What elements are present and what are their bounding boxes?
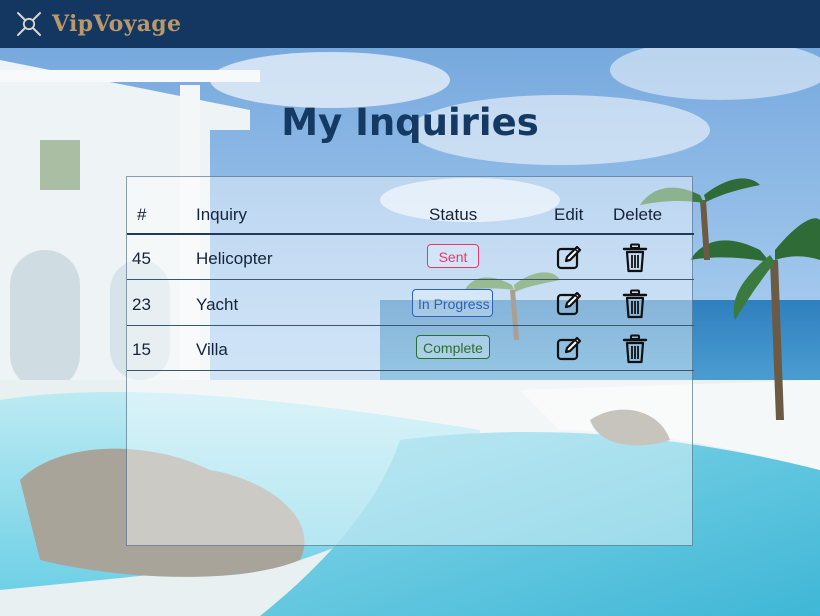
top-navbar: VipVoyage [0, 0, 820, 48]
compass-star-icon[interactable] [16, 11, 42, 37]
edit-pencil-icon[interactable] [555, 289, 583, 319]
page-title: My Inquiries [281, 101, 539, 144]
column-header-status: Status [429, 205, 478, 224]
column-header-id: # [137, 205, 147, 224]
row-inquiry: Helicopter [196, 249, 273, 268]
trash-icon[interactable] [621, 334, 649, 364]
table-row: 23 Yacht In Progress [127, 281, 694, 326]
row-id: 45 [132, 249, 151, 268]
trash-icon[interactable] [621, 243, 649, 273]
status-badge: In Progress [412, 289, 493, 317]
table-row: 15 Villa Complete [127, 326, 694, 371]
inquiries-table: # Inquiry Status Edit Delete 45 Helicopt… [126, 176, 694, 546]
row-id: 23 [132, 295, 151, 314]
status-badge: Complete [416, 335, 490, 359]
row-id: 15 [132, 340, 151, 359]
column-header-inquiry: Inquiry [196, 205, 248, 224]
table-row: 45 Helicopter Sent [127, 235, 694, 280]
row-inquiry: Villa [196, 340, 228, 359]
edit-pencil-icon[interactable] [555, 243, 583, 273]
column-header-edit: Edit [554, 205, 584, 224]
table-header: # Inquiry Status Edit Delete [127, 177, 694, 235]
brand-name[interactable]: VipVoyage [52, 11, 181, 37]
column-header-delete: Delete [613, 205, 663, 224]
edit-pencil-icon[interactable] [555, 334, 583, 364]
page: VipVoyage My Inquiries # Inquiry Status … [0, 0, 820, 616]
status-badge: Sent [427, 244, 479, 268]
trash-icon[interactable] [621, 289, 649, 319]
row-inquiry: Yacht [196, 295, 239, 314]
